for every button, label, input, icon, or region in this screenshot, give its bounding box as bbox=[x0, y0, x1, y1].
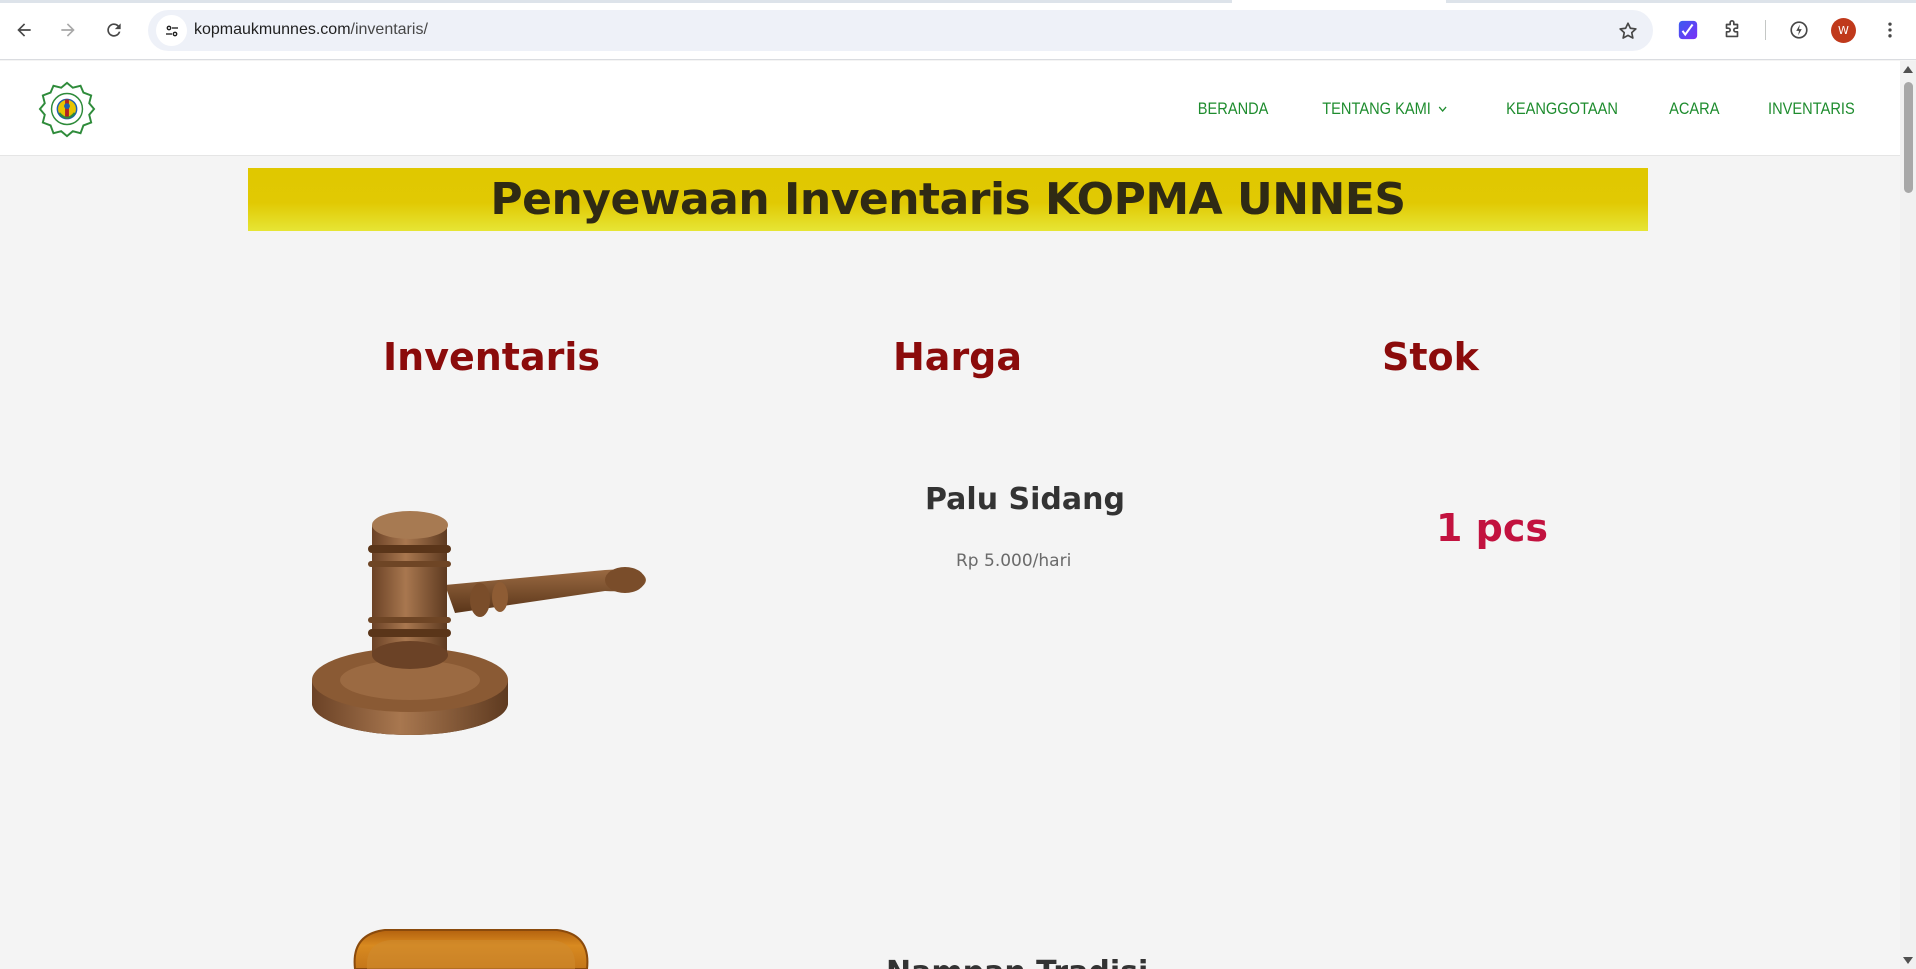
item-price: Rp 5.000/hari bbox=[956, 551, 1072, 571]
browser-menu-button[interactable] bbox=[1876, 16, 1904, 44]
nav-beranda[interactable]: BERANDA bbox=[1198, 99, 1269, 119]
tune-icon bbox=[165, 25, 178, 36]
chevron-down-icon bbox=[1439, 105, 1448, 112]
profile-avatar[interactable]: W bbox=[1831, 18, 1856, 43]
kebab-menu-icon bbox=[1888, 22, 1892, 38]
nav-acara-label: ACARA bbox=[1668, 98, 1720, 118]
extensions-button[interactable] bbox=[1718, 16, 1746, 44]
back-arrow-icon bbox=[17, 23, 31, 37]
nav-inventaris[interactable]: INVENTARIS bbox=[1768, 99, 1855, 119]
url-host: kopmaukmunnes.com bbox=[194, 21, 351, 38]
nav-acara[interactable]: ACARA bbox=[1669, 99, 1719, 119]
address-bar[interactable]: kopmaukmunnes.com/inventaris/ bbox=[148, 10, 1653, 51]
item-name-partial: Nampan Tradisi... bbox=[886, 955, 1182, 969]
back-button[interactable] bbox=[8, 14, 40, 46]
energy-saver-icon bbox=[1790, 21, 1808, 39]
profile-initial: W bbox=[1838, 24, 1849, 37]
page-title-banner: Penyewaan Inventaris KOPMA UNNES bbox=[248, 168, 1648, 231]
main-navigation: BERANDA TENTANG KAMI KEANGGOTAAN ACARA I… bbox=[1192, 61, 1900, 156]
scroll-down-arrow-icon[interactable] bbox=[1903, 957, 1913, 964]
nav-keanggotaan[interactable]: KEANGGOTAAN bbox=[1506, 99, 1618, 119]
scrollbar-thumb[interactable] bbox=[1904, 82, 1913, 193]
column-header-harga: Harga bbox=[893, 335, 1023, 379]
forward-arrow-icon bbox=[61, 23, 75, 37]
nav-tentang-kami-label: TENTANG KAMI bbox=[1322, 98, 1432, 118]
extension-app-icon bbox=[1678, 20, 1698, 40]
performance-button[interactable] bbox=[1785, 16, 1813, 44]
nav-keanggotaan-label: KEANGGOTAAN bbox=[1505, 98, 1618, 118]
item-name: Palu Sidang bbox=[925, 482, 1125, 517]
reload-button[interactable] bbox=[98, 14, 130, 46]
column-header-inventaris: Inventaris bbox=[383, 335, 600, 379]
item-stock: 1 pcs bbox=[1436, 506, 1549, 550]
page-title: Penyewaan Inventaris KOPMA UNNES bbox=[490, 174, 1406, 225]
gavel-image bbox=[312, 511, 646, 735]
toolbar-separator bbox=[1765, 20, 1766, 40]
extension-icon-button[interactable] bbox=[1674, 16, 1702, 44]
site-info-button[interactable] bbox=[156, 15, 187, 46]
url-path: /inventaris/ bbox=[350, 21, 428, 38]
forward-button[interactable] bbox=[52, 14, 84, 46]
nav-tentang-kami[interactable]: TENTANG KAMI bbox=[1323, 99, 1449, 119]
active-tab[interactable] bbox=[1232, 0, 1446, 3]
tab-strip bbox=[0, 0, 1916, 3]
kopma-logo-icon[interactable] bbox=[38, 80, 96, 138]
nav-beranda-label: BERANDA bbox=[1197, 98, 1269, 118]
reload-icon bbox=[107, 23, 121, 37]
wooden-tray-image bbox=[353, 929, 589, 969]
scroll-up-arrow-icon[interactable] bbox=[1903, 66, 1913, 73]
site-header: BERANDA TENTANG KAMI KEANGGOTAAN ACARA I… bbox=[0, 61, 1900, 156]
page-scrollbar[interactable] bbox=[1900, 61, 1916, 969]
bookmark-star-icon[interactable] bbox=[1617, 20, 1639, 42]
browser-toolbar: kopmaukmunnes.com/inventaris/ W bbox=[0, 0, 1916, 60]
column-header-stok: Stok bbox=[1382, 335, 1479, 379]
nav-inventaris-label: INVENTARIS bbox=[1768, 98, 1855, 118]
url-text[interactable]: kopmaukmunnes.com/inventaris/ bbox=[194, 21, 428, 39]
puzzle-icon bbox=[1725, 20, 1739, 38]
